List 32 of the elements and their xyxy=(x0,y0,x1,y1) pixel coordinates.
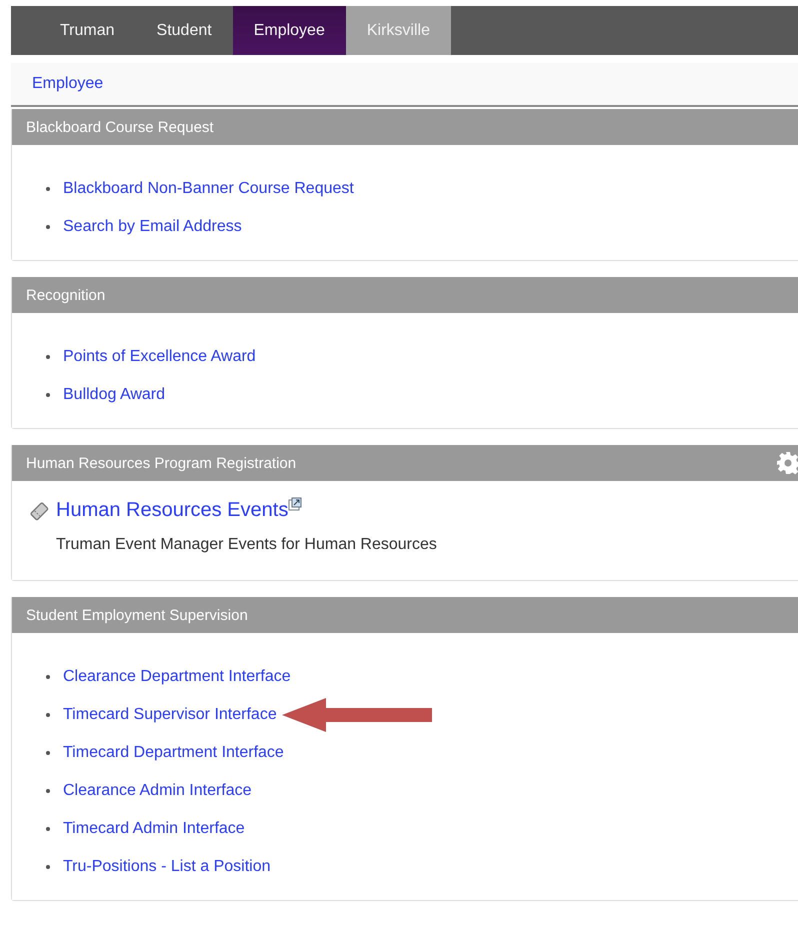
portal-link[interactable]: Tru-Positions - List a Position xyxy=(63,858,270,876)
panel-title: Recognition xyxy=(26,286,106,304)
bullet-icon xyxy=(46,827,50,831)
bullet-icon xyxy=(46,225,50,229)
nav-tab[interactable]: Student xyxy=(136,6,233,55)
settings-icon[interactable] xyxy=(776,451,798,475)
bullet-icon xyxy=(46,675,50,679)
portal-link[interactable]: Clearance Department Interface xyxy=(63,668,291,686)
bullet-icon xyxy=(46,713,50,717)
breadcrumb-link[interactable]: Employee xyxy=(32,75,104,93)
nav-tab[interactable]: Truman xyxy=(11,6,136,55)
external-link-icon xyxy=(288,497,302,511)
portal-link[interactable]: Blackboard Non-Banner Course Request xyxy=(63,180,354,198)
portal-link[interactable]: Timecard Department Interface xyxy=(63,744,284,762)
portal-link[interactable]: Timecard Admin Interface xyxy=(63,820,245,838)
bullet-icon xyxy=(46,355,50,359)
event-link[interactable]: Human Resources Events xyxy=(56,499,288,522)
panel-title: Student Employment Supervision xyxy=(26,606,248,624)
portal-link[interactable]: Search by Email Address xyxy=(63,218,242,236)
bullet-icon xyxy=(46,865,50,869)
bullet-icon xyxy=(46,187,50,191)
portal-link[interactable]: Clearance Admin Interface xyxy=(63,782,252,800)
panel-title: Human Resources Program Registration xyxy=(26,454,296,472)
panel-title: Blackboard Course Request xyxy=(26,118,214,136)
portal-link[interactable]: Timecard Supervisor Interface xyxy=(63,706,277,724)
portal-link[interactable]: Bulldog Award xyxy=(63,386,165,404)
nav-tab[interactable]: Employee xyxy=(232,6,346,55)
bullet-icon xyxy=(46,751,50,755)
portal-link[interactable]: Points of Excellence Award xyxy=(63,348,256,366)
event-description: Truman Event Manager Events for Human Resources xyxy=(56,536,438,554)
bullet-icon xyxy=(46,789,50,793)
bullet-icon xyxy=(46,393,50,397)
